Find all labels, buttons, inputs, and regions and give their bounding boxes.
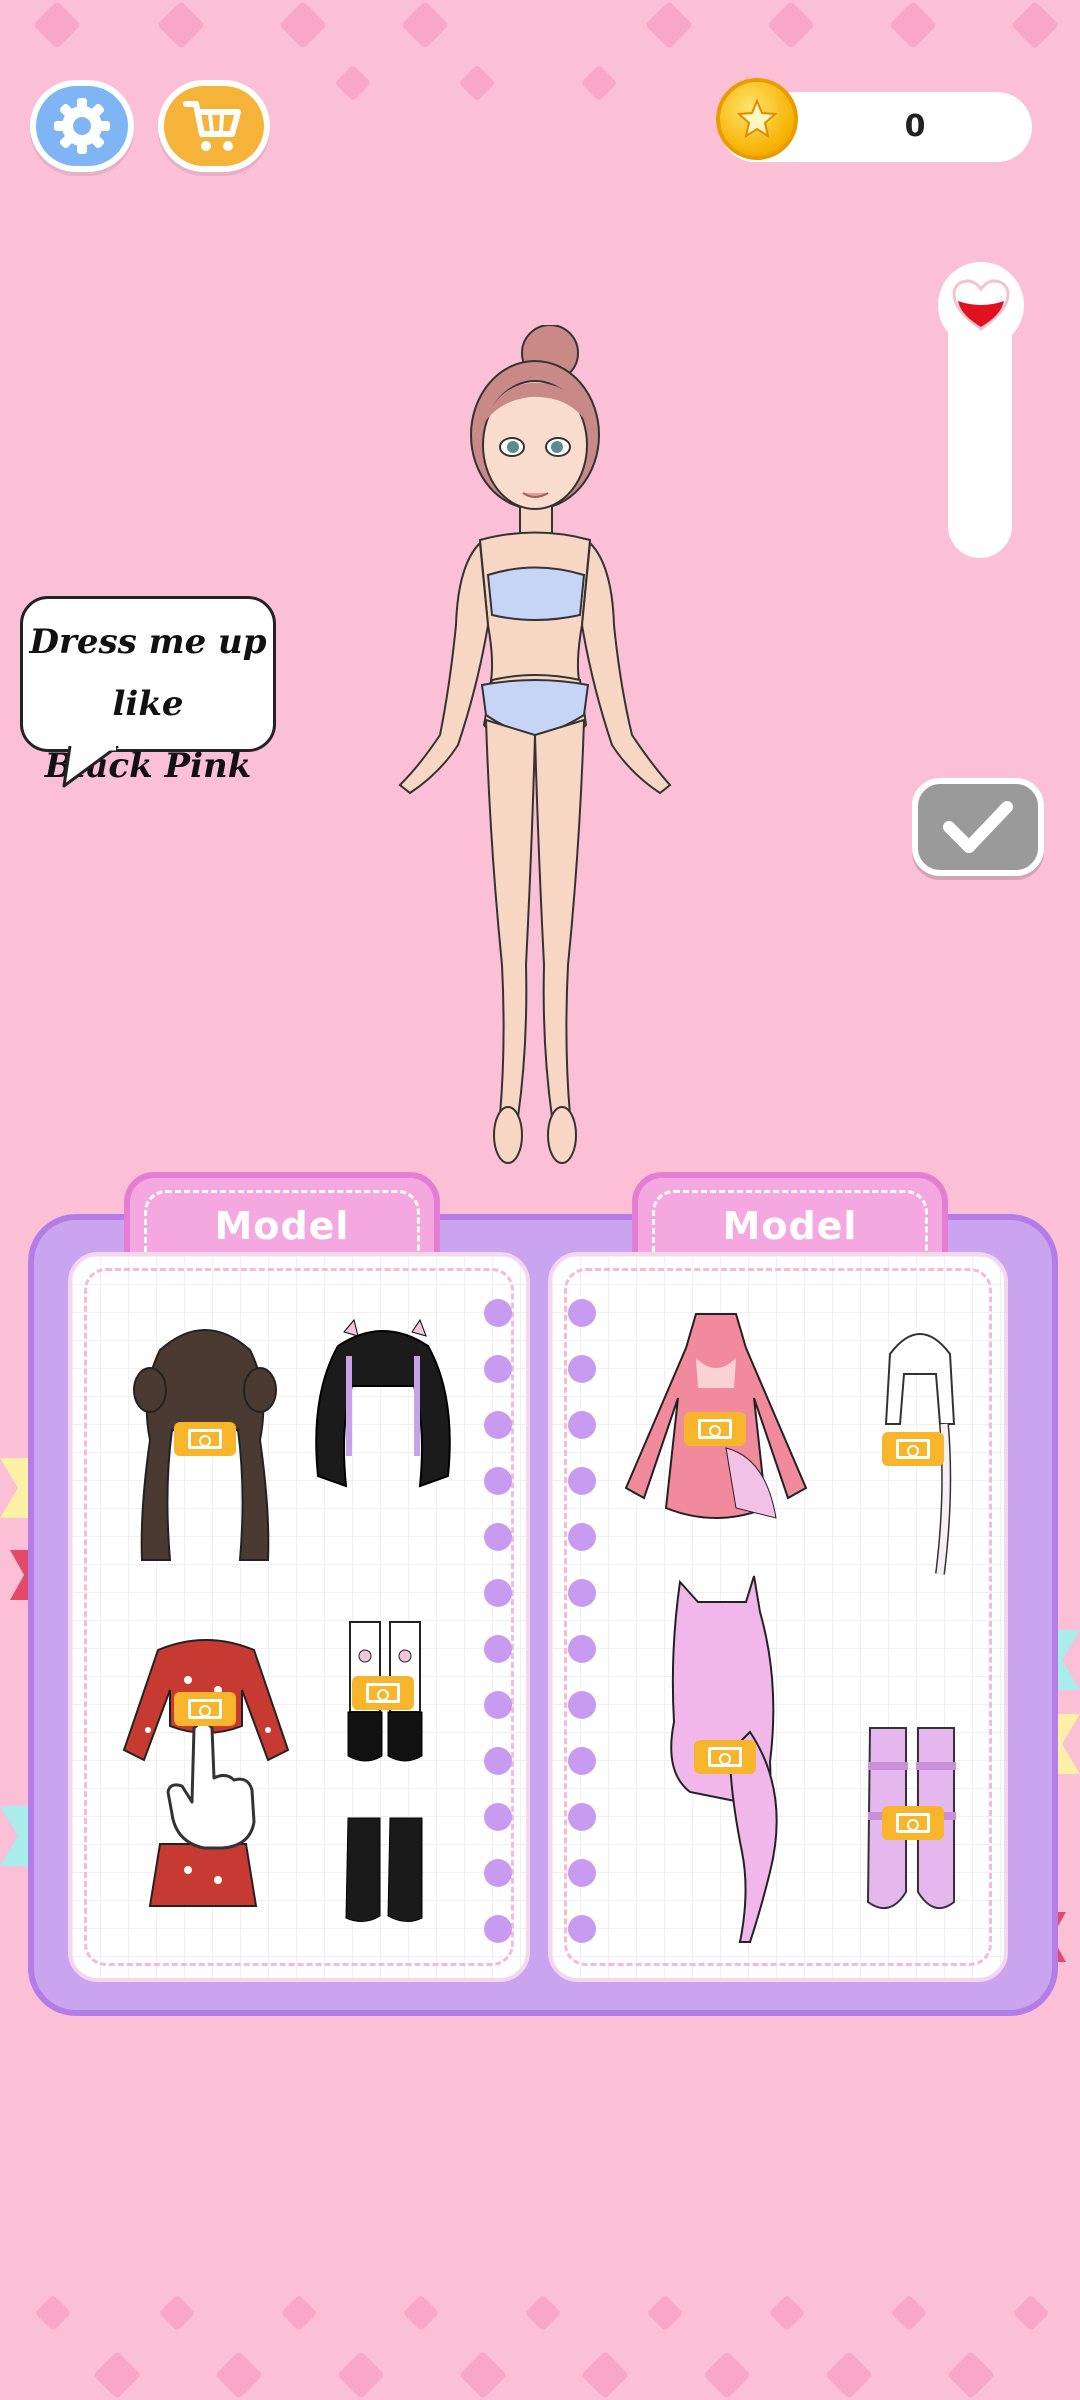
video-ad-icon <box>896 1813 930 1833</box>
video-ad-icon <box>896 1439 930 1459</box>
tab-model-right[interactable]: Model <box>632 1172 948 1260</box>
video-ad-badge[interactable] <box>352 1676 414 1710</box>
gear-icon <box>54 98 110 154</box>
speech-line-2: Black Pink <box>44 746 252 786</box>
video-ad-badge[interactable] <box>882 1432 944 1466</box>
cart-icon <box>183 101 241 151</box>
video-ad-icon <box>188 1429 222 1449</box>
video-ad-badge[interactable] <box>694 1740 756 1774</box>
speech-line-1: Dress me up like <box>29 622 267 724</box>
video-ad-icon <box>698 1419 732 1439</box>
tab-model-left[interactable]: Model <box>124 1172 440 1260</box>
video-ad-icon <box>708 1747 742 1767</box>
pointer-hand-icon <box>166 1721 256 1850</box>
settings-button[interactable] <box>30 80 134 172</box>
doll-character <box>398 325 672 1164</box>
video-ad-icon <box>366 1683 400 1703</box>
video-ad-icon <box>188 1699 222 1719</box>
video-ad-badge[interactable] <box>882 1806 944 1840</box>
confirm-button[interactable] <box>912 778 1044 876</box>
video-ad-badge[interactable] <box>684 1412 746 1446</box>
item-boots-black[interactable] <box>340 1812 430 1926</box>
item-hair-black-bows[interactable] <box>308 1316 458 1496</box>
coin-count: 0 <box>904 109 926 144</box>
video-ad-badge[interactable] <box>174 1692 236 1726</box>
shop-button[interactable] <box>158 80 270 172</box>
heart-icon <box>938 262 1024 348</box>
video-ad-badge[interactable] <box>174 1422 236 1456</box>
coin-icon <box>716 78 798 160</box>
check-icon <box>943 801 1013 853</box>
speech-bubble: Dress me up like Black Pink <box>20 596 276 786</box>
speech-tail <box>62 746 119 788</box>
